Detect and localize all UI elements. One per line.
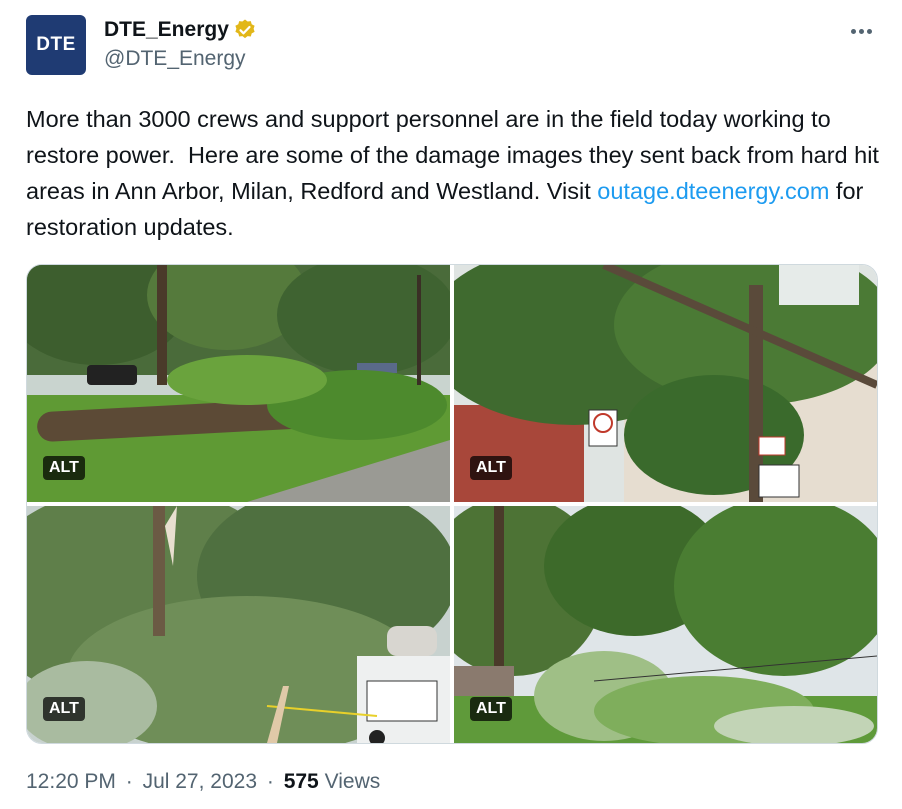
broken-tree-utility-truck-image bbox=[27, 506, 450, 743]
display-name[interactable]: DTE_Energy bbox=[104, 17, 229, 43]
alt-badge[interactable]: ALT bbox=[470, 456, 512, 480]
tweet-time[interactable]: 12:20 PM bbox=[26, 770, 116, 793]
alt-badge[interactable]: ALT bbox=[43, 697, 85, 721]
tree-on-power-line-image bbox=[454, 265, 877, 502]
alt-badge[interactable]: ALT bbox=[470, 697, 512, 721]
photo-4[interactable]: ALT bbox=[454, 506, 877, 743]
tweet-date[interactable]: Jul 27, 2023 bbox=[143, 770, 257, 793]
tweet-meta: 12:20 PM · Jul 27, 2023 · 575 Views bbox=[26, 768, 380, 796]
fallen-tree-lawn-image bbox=[27, 265, 450, 502]
more-options-button[interactable] bbox=[846, 16, 876, 46]
more-dot-icon bbox=[866, 28, 872, 34]
verified-badge-icon[interactable] bbox=[233, 18, 257, 42]
meta-separator: · bbox=[266, 770, 274, 793]
downed-branches-image bbox=[454, 506, 877, 743]
author-handle[interactable]: @DTE_Energy bbox=[104, 45, 257, 73]
photo-1[interactable]: ALT bbox=[27, 265, 450, 502]
outage-link[interactable]: outage.dteenergy.com bbox=[597, 178, 829, 204]
alt-badge[interactable]: ALT bbox=[43, 456, 85, 480]
author-name-row[interactable]: DTE_Energy bbox=[104, 17, 257, 43]
avatar[interactable]: DTE bbox=[26, 15, 86, 75]
more-dot-icon bbox=[850, 28, 856, 34]
meta-separator: · bbox=[125, 770, 133, 793]
views-count: 575 bbox=[283, 770, 319, 793]
more-dot-icon bbox=[858, 28, 864, 34]
media-grid: ALT ALT ALT ALT bbox=[26, 264, 878, 744]
author-block: DTE_Energy @DTE_Energy bbox=[104, 17, 257, 73]
views-label: Views bbox=[324, 770, 381, 793]
tweet-header: DTE DTE_Energy @DTE_Energy bbox=[26, 14, 876, 76]
photo-2[interactable]: ALT bbox=[454, 265, 877, 502]
photo-3[interactable]: ALT bbox=[27, 506, 450, 743]
tweet-text: More than 3000 crews and support personn… bbox=[26, 101, 886, 245]
